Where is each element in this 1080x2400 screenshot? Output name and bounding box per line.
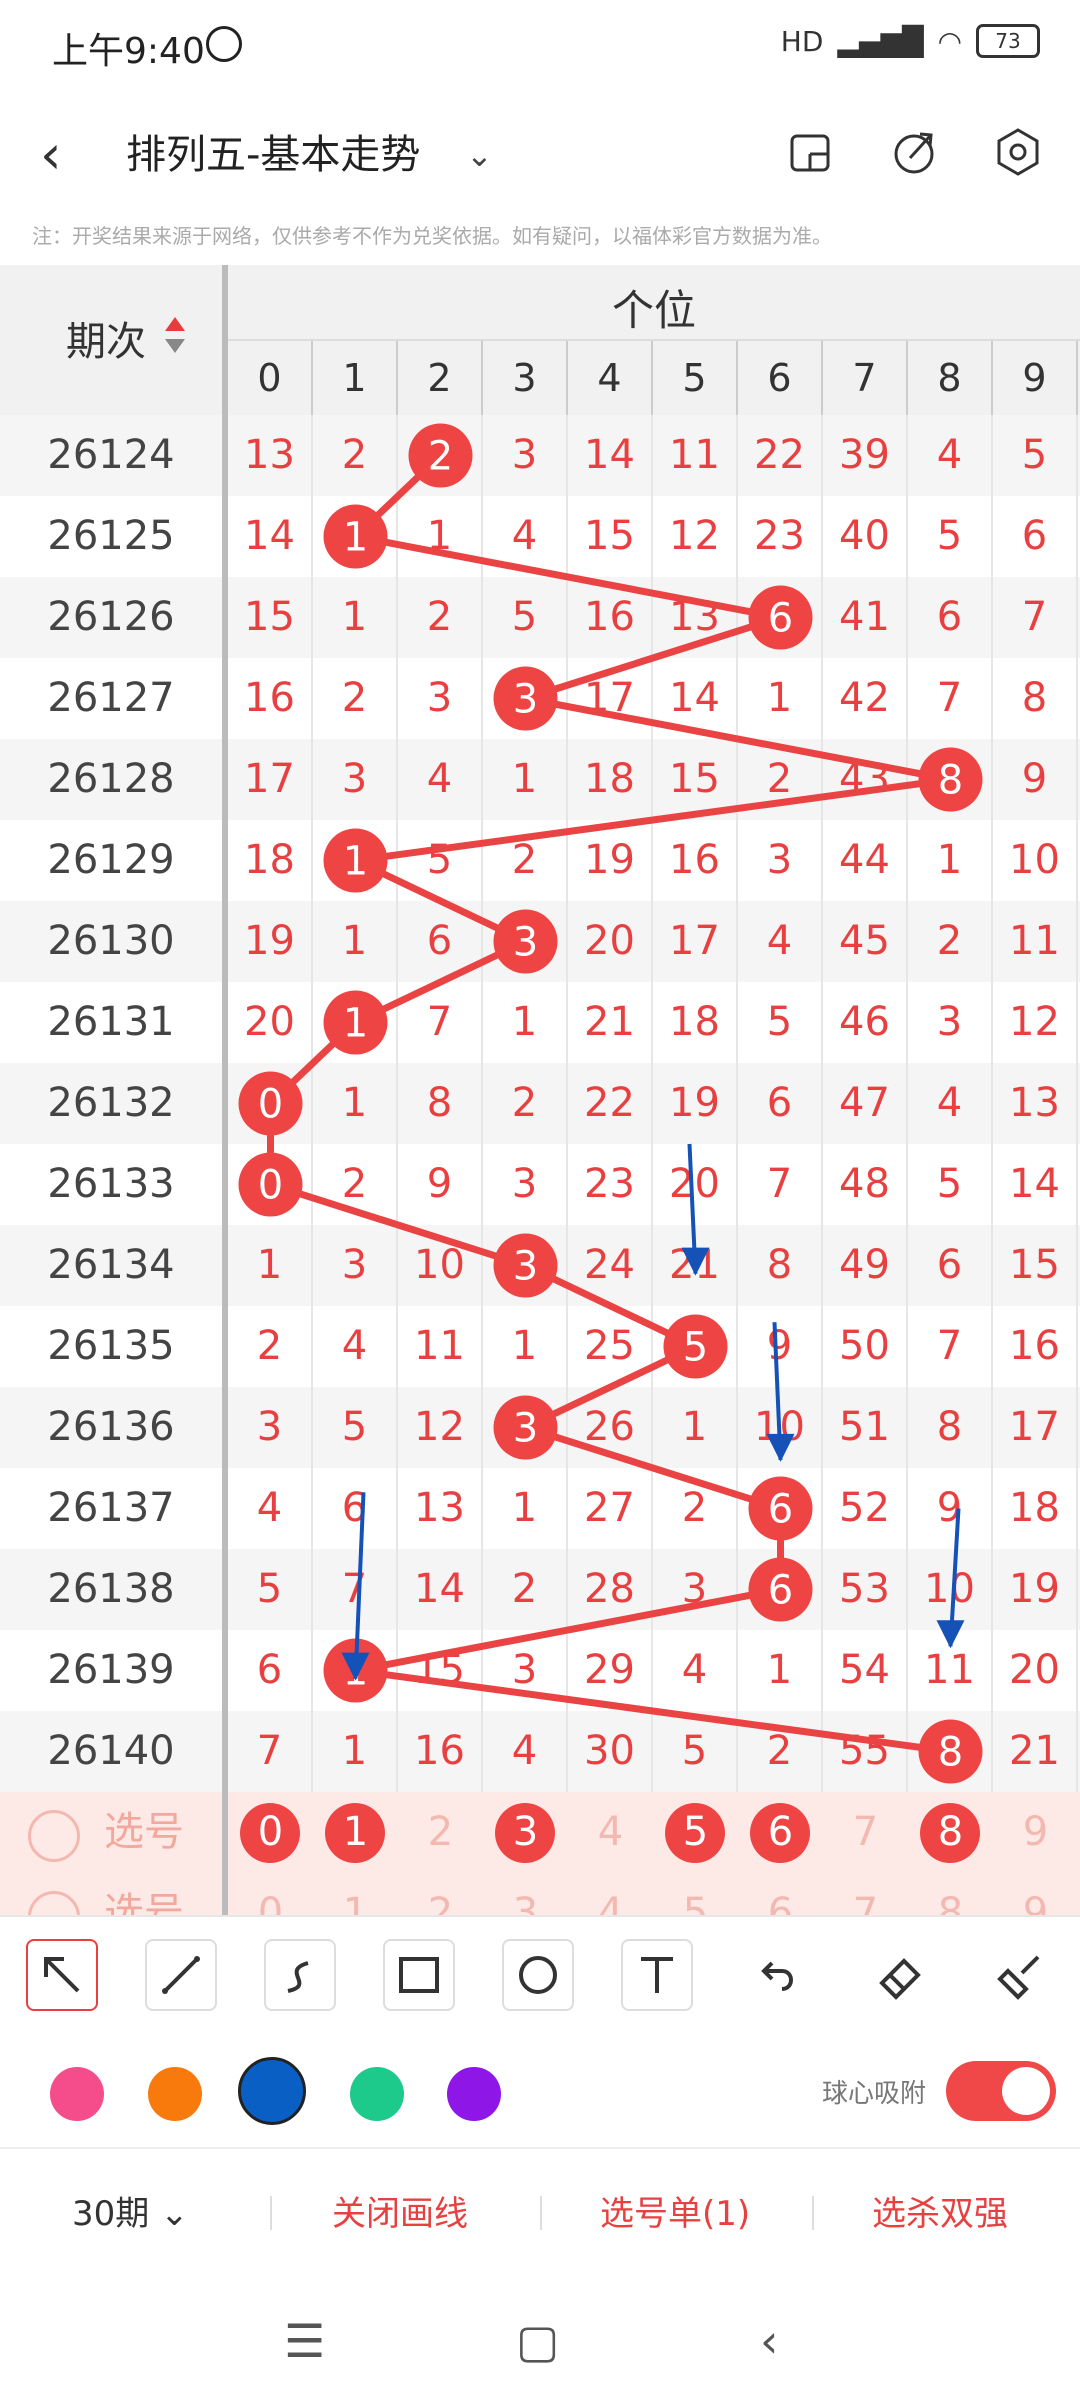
undo-icon: [761, 1961, 793, 1991]
hit-ball-label: 1: [343, 839, 368, 885]
app-header: ‹ 排列五-基本走势 ⌄: [0, 100, 1080, 220]
chevron-down-icon[interactable]: ⌄: [466, 122, 493, 188]
status-bar: 上午9:40 HD ▂▄▆█ ◠ 73: [0, 0, 1080, 100]
hit-ball-label: 0: [258, 1163, 283, 1209]
share-icon[interactable]: [884, 122, 944, 182]
rectangle-tool[interactable]: [383, 1939, 455, 2011]
hit-ball-label: 8: [938, 758, 963, 804]
text-tool[interactable]: [621, 1939, 693, 2011]
color-swatch[interactable]: [238, 2057, 306, 2125]
freehand-tool[interactable]: [264, 1939, 336, 2011]
layout-toggle-icon[interactable]: [780, 122, 840, 182]
close-lines-button[interactable]: 关闭画线: [332, 2186, 468, 2235]
circle-tool[interactable]: [502, 1939, 574, 2011]
line-tool[interactable]: [145, 1939, 217, 2011]
hit-ball-label: 3: [513, 1244, 538, 1290]
hit-ball-label: 1: [343, 1001, 368, 1047]
eraser-icon: [879, 1958, 921, 2000]
color-swatch[interactable]: [50, 2067, 104, 2121]
hit-ball-label: 8: [938, 1730, 963, 1776]
settings-icon[interactable]: [988, 122, 1048, 182]
hit-ball-label: 0: [258, 1082, 283, 1128]
signal-bars-icon: ▂▄▆█: [837, 24, 924, 58]
separator: [270, 2196, 272, 2230]
annotation-arrowhead: [936, 1620, 965, 1649]
undo-tool[interactable]: [740, 1939, 812, 2011]
alarm-icon: [206, 26, 242, 62]
color-swatch[interactable]: [350, 2067, 404, 2121]
text-icon: [641, 1957, 673, 1993]
annotation-arrowhead: [766, 1433, 795, 1462]
menu-icon[interactable]: ☰: [284, 2314, 325, 2368]
hit-ball-label: 6: [768, 1568, 793, 1614]
freehand-icon: [287, 1961, 309, 1993]
system-nav-bar: ☰ ▢ ‹: [0, 2280, 1080, 2400]
trend-overlay: 21638131003536618: [238, 423, 983, 1784]
back-button[interactable]: ‹: [40, 120, 90, 190]
snap-toggle[interactable]: [946, 2061, 1056, 2121]
hit-ball-label: 6: [768, 1487, 793, 1533]
rectangle-icon: [399, 1957, 439, 1993]
hit-ball-label: 3: [513, 920, 538, 966]
signal-icon: HD: [780, 24, 824, 58]
hit-ball-label: 2: [428, 434, 453, 480]
page-title[interactable]: 排列五-基本走势: [126, 122, 420, 188]
status-time: 上午9:40: [52, 31, 205, 72]
separator: [540, 2196, 542, 2230]
back-nav-icon[interactable]: ‹: [760, 2314, 778, 2368]
separator: [812, 2196, 814, 2230]
snap-label: 球心吸附: [822, 2079, 927, 2109]
hit-ball-label: 3: [513, 1406, 538, 1452]
toggle-knob: [1002, 2067, 1050, 2115]
hit-ball-label: 1: [343, 515, 368, 561]
hit-ball-label: 6: [768, 596, 793, 642]
column-divider: [222, 265, 228, 1915]
color-swatch[interactable]: [447, 2067, 501, 2121]
period-select-label: 30期: [72, 2194, 150, 2234]
bottom-action-bar: 30期 ⌄ 关闭画线 选号单(1) 选杀双强: [0, 2150, 1080, 2270]
home-icon[interactable]: ▢: [516, 2314, 559, 2368]
pick-list-button[interactable]: 选号单(1): [600, 2186, 750, 2235]
circle-icon: [519, 1956, 557, 1994]
brush-icon: [997, 1955, 1040, 2000]
status-icons: HD ▂▄▆█ ◠ 73: [781, 24, 1040, 58]
color-palette: 球心吸附: [0, 2037, 1080, 2149]
line-icon: [162, 1956, 200, 1994]
battery-icon: 73: [976, 24, 1040, 58]
disclaimer-notice: 注：开奖结果来源于网络，仅供参考不作为兑奖依据。如有疑问，以福体彩官方数据为准。: [32, 224, 832, 248]
annotation-arrowhead: [681, 1247, 710, 1276]
color-swatch[interactable]: [148, 2067, 202, 2121]
pointer-arrow-tool[interactable]: [26, 1939, 98, 2011]
eraser-tool[interactable]: [864, 1939, 936, 2011]
drawing-toolbar: [0, 1915, 1080, 2039]
period-select[interactable]: 30期 ⌄: [72, 2186, 189, 2235]
chevron-down-icon: ⌄: [160, 2194, 189, 2234]
wifi-icon: ◠: [937, 24, 962, 58]
hit-ball-label: 5: [683, 1325, 708, 1371]
arrow-icon: [44, 1957, 80, 1993]
kill-dual-button[interactable]: 选杀双强: [872, 2186, 1008, 2235]
clear-tool[interactable]: [986, 1939, 1058, 2011]
trend-line: [267, 452, 952, 1755]
trend-table: 期次 个位 0123456789 26124132231411223945261…: [0, 265, 1080, 1915]
hit-ball-label: 3: [513, 677, 538, 723]
